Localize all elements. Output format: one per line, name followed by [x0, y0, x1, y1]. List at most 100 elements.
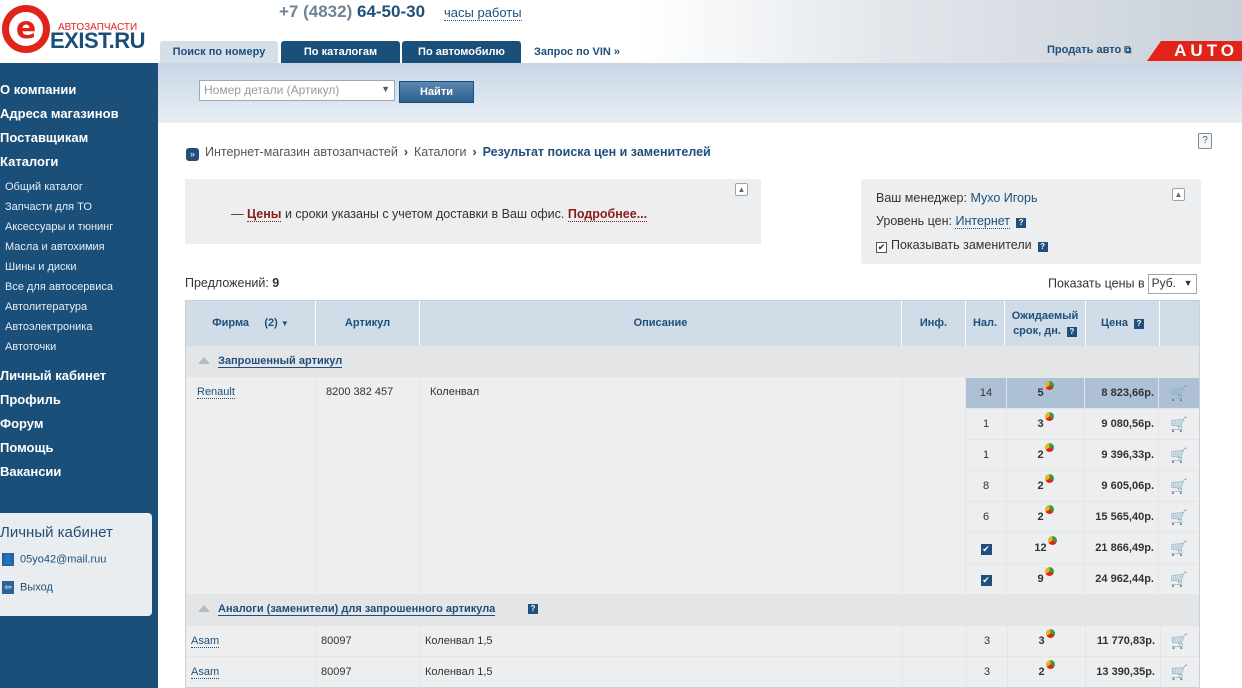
- delivery-stats-icon[interactable]: [1044, 381, 1054, 390]
- help-icon[interactable]: ?: [1016, 218, 1027, 228]
- cart-icon[interactable]: 🛒: [1160, 657, 1198, 687]
- analog-days-cell: 3: [1007, 626, 1085, 657]
- help-icon[interactable]: ?: [528, 604, 538, 614]
- show-substitutes-checkbox[interactable]: ✔: [876, 242, 887, 253]
- analog-days: 2: [1038, 666, 1045, 678]
- delivery-stats-icon[interactable]: [1044, 443, 1054, 452]
- sell-car-link[interactable]: Продать авто ⧉: [1047, 44, 1131, 56]
- delivery-stats-icon[interactable]: [1045, 629, 1055, 638]
- nav-forum[interactable]: Форум: [0, 416, 43, 431]
- tab-vin-request[interactable]: Запрос по VIN »: [526, 41, 636, 63]
- cart-icon[interactable]: 🛒: [1160, 471, 1198, 502]
- notice-dash: —: [231, 207, 244, 221]
- logo[interactable]: e АВТОЗАПЧАСТИ EXIST.RU: [0, 0, 158, 63]
- requested-firm-link[interactable]: Renault: [197, 386, 235, 399]
- tab-search-by-number[interactable]: Поиск по номеру: [160, 41, 278, 63]
- logout-link[interactable]: ⇦ Выход: [2, 581, 53, 594]
- delivery-stats-icon[interactable]: [1045, 660, 1055, 669]
- analog-firm-link[interactable]: Asam: [191, 666, 220, 679]
- part-number-input[interactable]: Номер детали (Артикул) ▼: [199, 80, 395, 101]
- nav-personal-account[interactable]: Личный кабинет: [0, 368, 106, 383]
- tab-by-car[interactable]: По автомобилю: [402, 41, 521, 63]
- nav-sub-tires[interactable]: Шины и диски: [5, 261, 76, 273]
- group-analogs[interactable]: Аналоги (заменители) для запрошенного ар…: [186, 594, 1199, 625]
- delivery-stats-icon[interactable]: [1044, 412, 1054, 421]
- analog-firm[interactable]: Asam: [191, 657, 220, 687]
- help-icon[interactable]: ?: [1037, 242, 1048, 252]
- nav-sub-service[interactable]: Все для автосервиса: [5, 281, 113, 293]
- breadcrumb-shop[interactable]: Интернет-магазин автозапчастей: [205, 145, 398, 159]
- nav-sub-maintenance-parts[interactable]: Запчасти для ТО: [5, 201, 92, 213]
- nav-sub-points[interactable]: Автоточки: [5, 341, 56, 353]
- more-link[interactable]: Подробнее...: [567, 207, 648, 222]
- cart-icon[interactable]: 🛒: [1160, 564, 1198, 595]
- breadcrumb-catalogs[interactable]: Каталоги: [414, 145, 466, 159]
- cart-icon[interactable]: 🛒: [1160, 440, 1198, 471]
- order-checkbox[interactable]: ✔: [980, 575, 992, 586]
- offer-price: 15 565,40р.: [1095, 511, 1154, 523]
- user-icon: 👤: [2, 553, 14, 566]
- account-email: 05yo42@mail.ruu: [20, 553, 107, 566]
- tab-catalogs[interactable]: По каталогам: [281, 41, 400, 63]
- offer-row: 1 2 9 396,33р. 🛒: [966, 439, 1199, 471]
- collapse-up-icon[interactable]: [198, 357, 210, 364]
- nav-sub-electronics[interactable]: Автоэлектроника: [5, 321, 92, 333]
- auto-badge[interactable]: AUTO: [1147, 41, 1242, 61]
- order-checkbox[interactable]: ✔: [980, 544, 992, 555]
- col-expected-line2: срок, дн.: [1013, 324, 1061, 337]
- price-cell: 8 823,66р.: [1085, 378, 1159, 409]
- collapse-manager-icon[interactable]: ▲: [1172, 188, 1185, 201]
- nav-suppliers[interactable]: Поставщикам: [0, 130, 88, 145]
- days-cell: 12: [1007, 533, 1085, 564]
- help-icon[interactable]: ?: [1198, 133, 1212, 149]
- delivery-stats-icon[interactable]: [1047, 536, 1057, 545]
- nav-sub-literature[interactable]: Автолитература: [5, 301, 87, 313]
- nav-vacancies[interactable]: Вакансии: [0, 464, 61, 479]
- logo-title: EXIST.RU: [50, 28, 146, 53]
- price-level-link[interactable]: Интернет: [955, 214, 1011, 229]
- group-requested-title[interactable]: Запрошенный артикул: [218, 355, 343, 368]
- chevron-down-icon[interactable]: ▼: [281, 316, 289, 331]
- col-firm-label: Фирма: [212, 317, 250, 329]
- col-firm[interactable]: Фирма (2) ▼: [186, 301, 316, 346]
- nav-profile[interactable]: Профиль: [0, 392, 61, 407]
- cart-icon[interactable]: 🛒: [1160, 533, 1198, 564]
- nav-about[interactable]: О компании: [0, 82, 76, 97]
- collapse-notice-icon[interactable]: ▲: [735, 183, 748, 196]
- hours-link[interactable]: часы работы: [444, 5, 522, 21]
- group-requested[interactable]: Запрошенный артикул: [186, 346, 1199, 377]
- col-firm-count: (2): [264, 317, 278, 329]
- analog-firm-link[interactable]: Asam: [191, 635, 220, 648]
- search-button[interactable]: Найти: [399, 81, 474, 103]
- divider: [902, 377, 903, 594]
- collapse-up-icon[interactable]: [198, 605, 210, 612]
- nav-sub-general-catalog[interactable]: Общий каталог: [5, 181, 83, 193]
- requested-firm[interactable]: Renault: [197, 377, 235, 408]
- group-analogs-title[interactable]: Аналоги (заменители) для запрошенного ар…: [218, 603, 496, 616]
- delivery-stats-icon[interactable]: [1044, 474, 1054, 483]
- currency-select[interactable]: Руб. ▼: [1147, 274, 1197, 294]
- cart-icon[interactable]: 🛒: [1160, 378, 1198, 409]
- delivery-stats-icon[interactable]: [1044, 505, 1054, 514]
- help-icon[interactable]: ?: [1134, 318, 1145, 329]
- cart-icon[interactable]: 🛒: [1160, 626, 1198, 657]
- help-icon[interactable]: ?: [1066, 326, 1077, 337]
- nav-catalogs[interactable]: Каталоги: [0, 154, 58, 169]
- sidebar: О компании Адреса магазинов Поставщикам …: [0, 63, 158, 688]
- account-email-link[interactable]: 👤 05yo42@mail.ruu: [2, 553, 106, 566]
- table-header: Фирма (2) ▼ Артикул Описание Инф. Нал. О…: [186, 301, 1199, 346]
- cart-icon[interactable]: 🛒: [1160, 502, 1198, 533]
- nav-sub-accessories[interactable]: Аксессуары и тюнинг: [5, 221, 113, 233]
- nav-sub-oils[interactable]: Масла и автохимия: [5, 241, 105, 253]
- nav-help[interactable]: Помощь: [0, 440, 53, 455]
- analog-firm[interactable]: Asam: [191, 626, 220, 657]
- prices-link[interactable]: Цены: [246, 207, 282, 222]
- delivery-stats-icon[interactable]: [1044, 567, 1054, 576]
- offer-days: 5: [1037, 387, 1044, 399]
- col-expected-line2-wrap: срок, дн.?: [1013, 324, 1077, 339]
- cart-icon[interactable]: 🛒: [1160, 409, 1198, 440]
- analog-days-cell: 2: [1007, 657, 1085, 687]
- col-article: Артикул: [316, 301, 420, 346]
- chevron-down-icon[interactable]: ▼: [381, 84, 390, 94]
- nav-store-addresses[interactable]: Адреса магазинов: [0, 106, 119, 121]
